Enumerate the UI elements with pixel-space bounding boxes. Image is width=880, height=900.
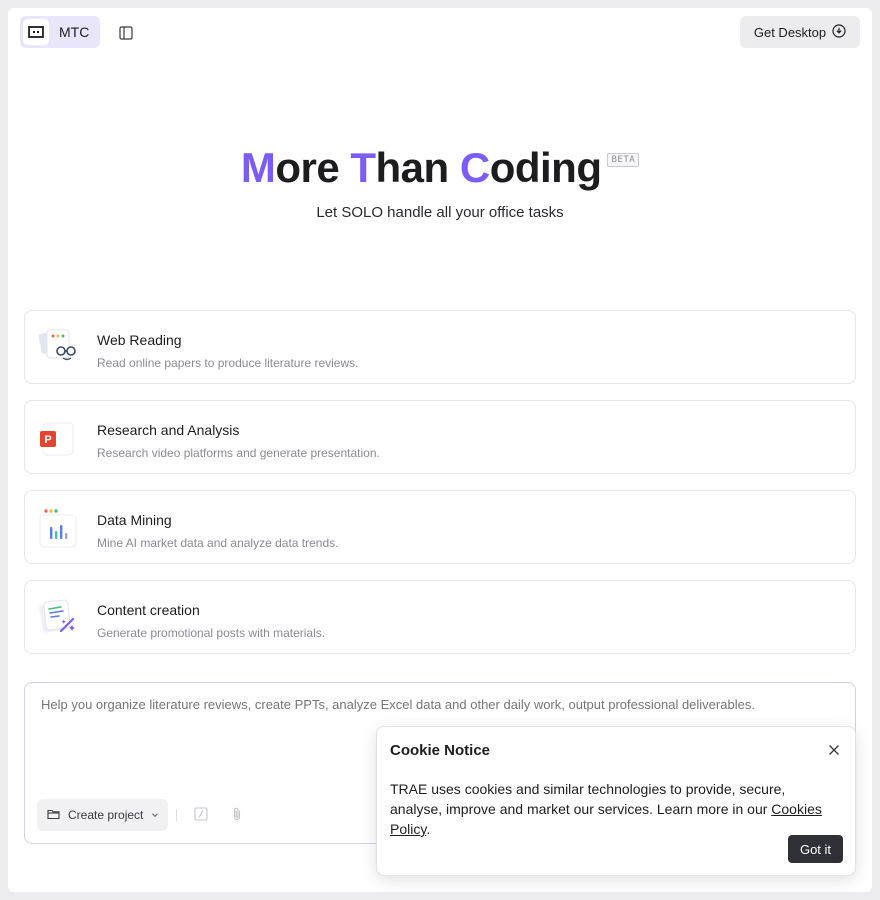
page-title: More Than Coding BETA [8, 144, 872, 192]
trae-logo-icon [23, 19, 49, 45]
workspace-label: MTC [59, 24, 90, 40]
close-icon[interactable] [827, 743, 841, 757]
presentation-icon: P [37, 417, 81, 461]
cookie-notice-text: TRAE uses cookies and similar technologi… [390, 779, 840, 839]
workspace-switcher[interactable]: MTC [20, 16, 100, 48]
get-desktop-label: Get Desktop [753, 24, 827, 40]
cookie-text-end: . [426, 821, 431, 837]
get-desktop-button[interactable]: Get Desktop [740, 16, 860, 48]
card-title: Web Reading [97, 332, 182, 348]
card-title: Data Mining [97, 512, 172, 528]
create-project-button[interactable]: Create project [37, 799, 168, 831]
task-card-research-analysis[interactable]: P Research and Analysis Research video p… [24, 400, 856, 474]
got-it-button[interactable]: Got it [788, 835, 843, 863]
card-description: Mine AI market data and analyze data tre… [97, 536, 339, 550]
download-icon [832, 23, 846, 41]
web-reading-icon [37, 327, 81, 371]
create-project-label: Create project [68, 808, 144, 822]
task-card-data-mining[interactable]: Data Mining Mine AI market data and anal… [24, 490, 856, 564]
attachment-icon[interactable] [229, 806, 245, 822]
task-card-web-reading[interactable]: Web Reading Read online papers to produc… [24, 310, 856, 384]
toolbar-divider [176, 809, 177, 821]
title-letter-c: C [459, 144, 490, 191]
cookie-text-body: TRAE uses cookies and similar technologi… [390, 781, 786, 817]
task-card-content-creation[interactable]: Content creation Generate promotional po… [24, 580, 856, 654]
folder-icon [47, 808, 60, 823]
card-title: Content creation [97, 602, 200, 618]
cookie-notice-dialog: Cookie Notice TRAE uses cookies and simi… [376, 726, 856, 876]
card-title: Research and Analysis [97, 422, 240, 438]
title-word-han: han [375, 144, 460, 191]
slash-command-icon[interactable] [193, 806, 209, 822]
svg-text:P: P [44, 434, 51, 446]
card-description: Generate promotional posts with material… [97, 626, 326, 640]
data-chart-icon [37, 507, 81, 551]
title-letter-t: T [350, 144, 376, 191]
title-word-ore: ore [275, 144, 351, 191]
card-description: Read online papers to produce literature… [97, 356, 359, 370]
page-subtitle: Let SOLO handle all your office tasks [316, 204, 564, 221]
chevron-down-icon [151, 808, 159, 822]
cookie-notice-title: Cookie Notice [390, 742, 491, 759]
beta-badge: BETA [607, 153, 640, 167]
title-word-oding: oding [489, 144, 602, 191]
task-prompt-input[interactable] [41, 697, 839, 712]
sidebar-toggle-icon[interactable] [116, 23, 136, 43]
title-letter-m: M [240, 144, 276, 191]
card-description: Research video platforms and generate pr… [97, 446, 380, 460]
content-creation-icon [37, 597, 81, 641]
